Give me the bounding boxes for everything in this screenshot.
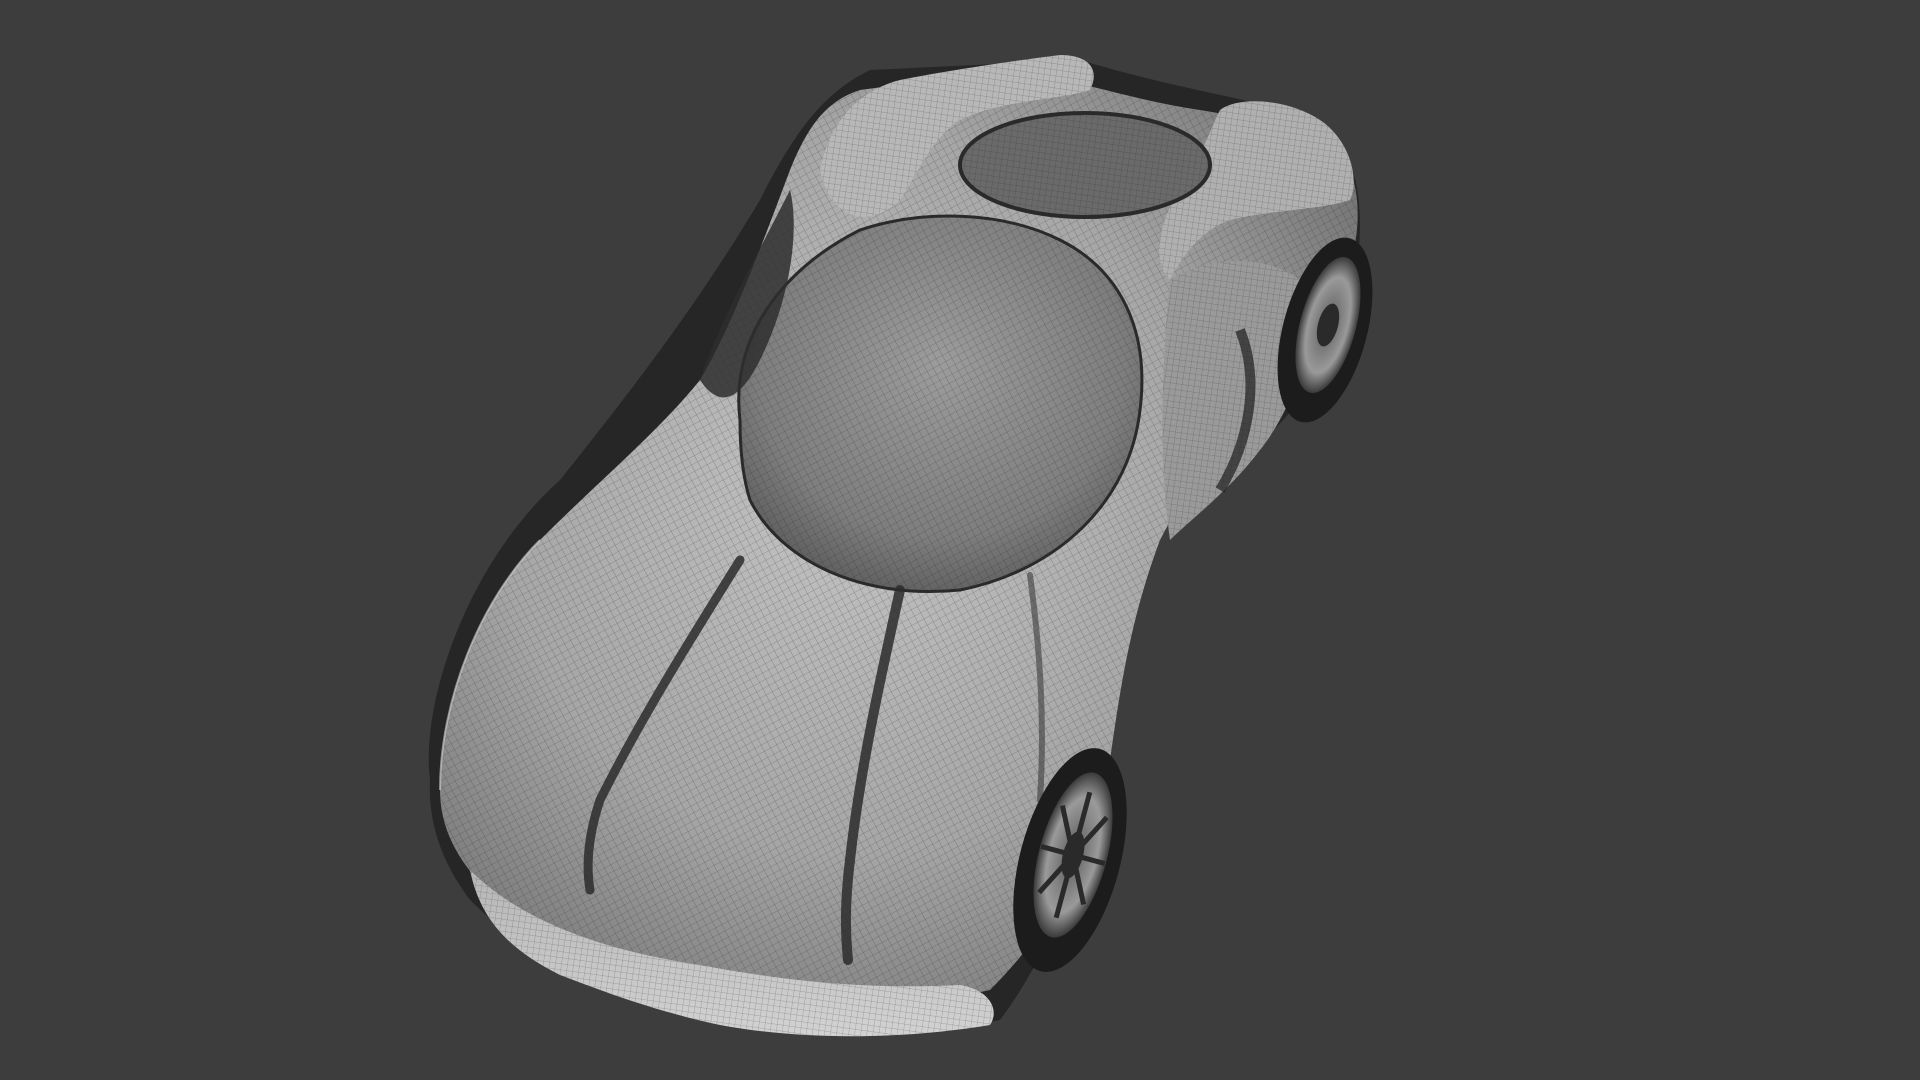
3d-viewport[interactable]: [0, 0, 1920, 1080]
car-wireframe-render: [428, 55, 1373, 1037]
